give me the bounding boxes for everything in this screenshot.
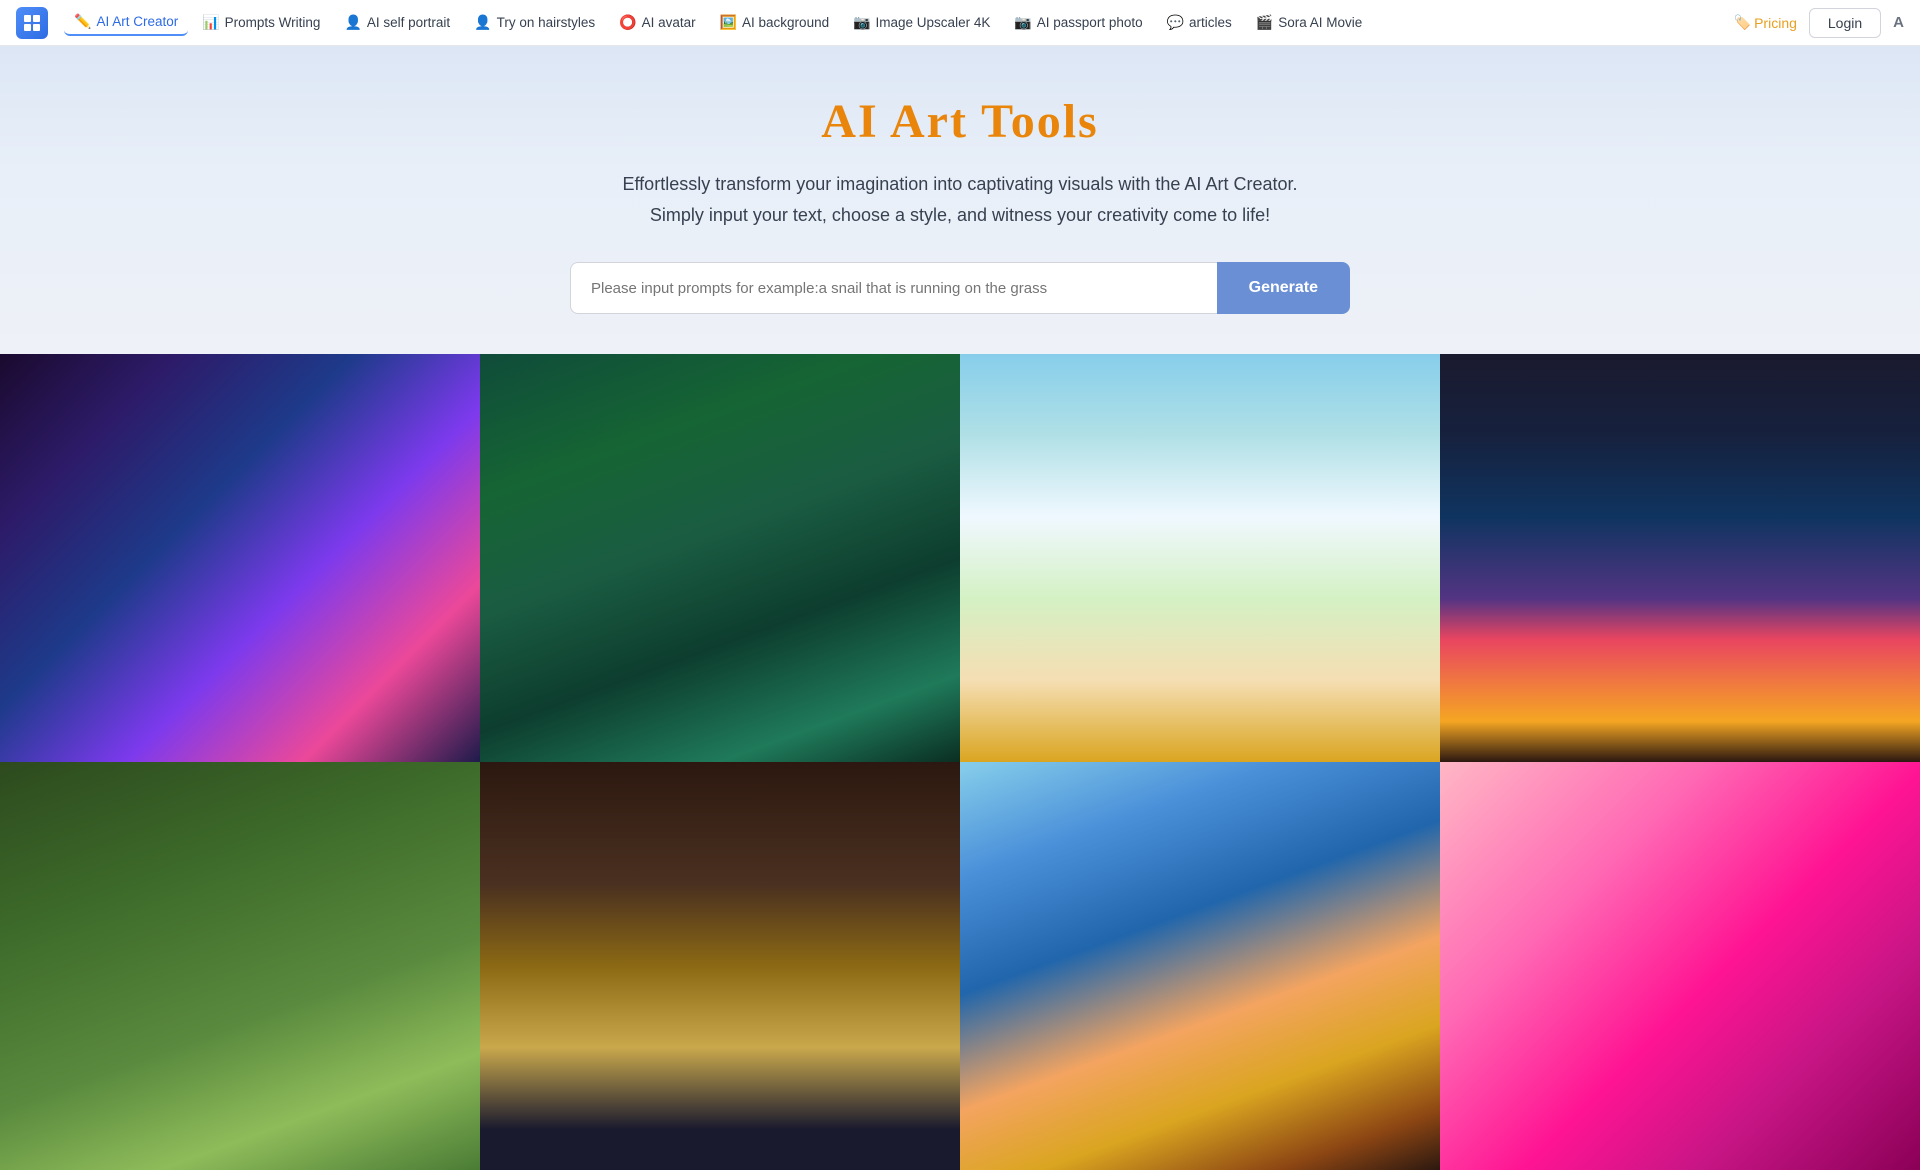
gallery-item[interactable] (480, 762, 960, 1170)
gallery-item[interactable] (960, 354, 1440, 762)
avatar-icon: ⭕ (619, 14, 636, 31)
background-icon: 🖼️ (720, 14, 737, 31)
gallery-item[interactable] (1440, 762, 1920, 1170)
pencil-icon: ✏️ (74, 13, 91, 30)
gallery-image-8 (1440, 762, 1920, 1170)
gallery-image-3 (960, 354, 1440, 762)
login-button[interactable]: Login (1809, 8, 1881, 38)
gallery-image-6 (480, 762, 960, 1170)
nav-try-on-hairstyles[interactable]: 👤 Try on hairstyles (464, 10, 605, 35)
gallery-image-7 (960, 762, 1440, 1170)
logo-icon (16, 7, 48, 39)
nav-image-upscaler[interactable]: 📷 Image Upscaler 4K (843, 10, 1000, 35)
language-icon[interactable]: A (1893, 14, 1904, 31)
hairstyle-icon: 👤 (474, 14, 491, 31)
nav-articles[interactable]: 💬 articles (1157, 10, 1242, 35)
nav-ai-art-creator[interactable]: ✏️ AI Art Creator (64, 9, 188, 36)
gallery-item[interactable] (1440, 354, 1920, 762)
hero-section: AI Art Tools Effortlessly transform your… (0, 46, 1920, 354)
logo[interactable] (16, 7, 48, 39)
generate-button[interactable]: Generate (1217, 262, 1350, 314)
navbar-right: 🏷️ Pricing Login A (1734, 8, 1904, 38)
passport-icon: 📷 (1014, 14, 1031, 31)
gallery-item[interactable] (0, 762, 480, 1170)
logo-svg (22, 13, 42, 33)
portrait-icon: 👤 (344, 14, 361, 31)
movie-icon: 🎬 (1256, 14, 1273, 31)
search-row: Generate (570, 262, 1350, 314)
nav-ai-avatar[interactable]: ⭕ AI avatar (609, 10, 705, 35)
gallery-image-4 (1440, 354, 1920, 762)
nav-sora-ai-movie[interactable]: 🎬 Sora AI Movie (1246, 10, 1372, 35)
gallery-item[interactable] (960, 762, 1440, 1170)
gallery-image-5 (0, 762, 480, 1170)
gallery-image-2 (480, 354, 960, 762)
gallery-item[interactable] (0, 354, 480, 762)
navbar: ✏️ AI Art Creator 📊 Prompts Writing 👤 AI… (0, 0, 1920, 46)
gallery-image-1 (0, 354, 480, 762)
pricing-link[interactable]: 🏷️ Pricing (1734, 14, 1797, 31)
camera-icon: 📷 (853, 14, 870, 31)
chart-icon: 📊 (202, 14, 219, 31)
hero-title: AI Art Tools (20, 94, 1900, 149)
nav-prompts-writing[interactable]: 📊 Prompts Writing (192, 10, 330, 35)
nav-ai-passport-photo[interactable]: 📷 AI passport photo (1004, 10, 1152, 35)
nav-ai-self-portrait[interactable]: 👤 AI self portrait (334, 10, 460, 35)
articles-icon: 💬 (1167, 14, 1184, 31)
nav-ai-background[interactable]: 🖼️ AI background (710, 10, 840, 35)
prompt-input[interactable] (570, 262, 1217, 314)
gallery (0, 354, 1920, 1170)
gallery-item[interactable] (480, 354, 960, 762)
hero-subtitle: Effortlessly transform your imagination … (20, 169, 1900, 230)
